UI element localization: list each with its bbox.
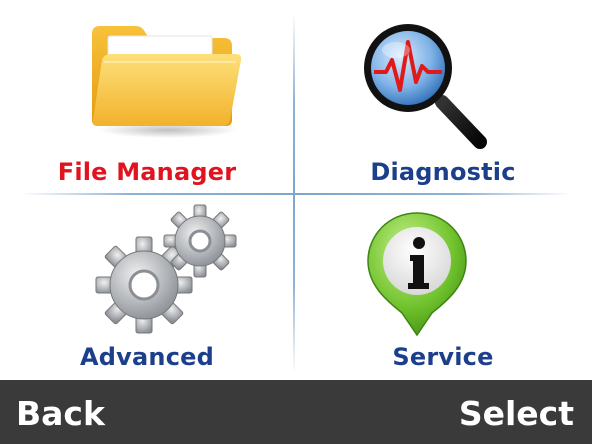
- menu-item-service[interactable]: Service: [296, 195, 590, 385]
- menu-item-label: Advanced: [80, 343, 214, 371]
- menu-item-diagnostic[interactable]: Diagnostic: [296, 0, 590, 190]
- back-softkey[interactable]: Back: [16, 394, 105, 433]
- menu-item-advanced[interactable]: Advanced: [0, 195, 294, 385]
- softkey-bar: Back Select: [0, 380, 592, 444]
- menu-item-label: Service: [392, 343, 494, 371]
- main-menu-grid: File Manager Diagnostic Advanced Service: [0, 0, 592, 380]
- select-softkey[interactable]: Select: [459, 394, 574, 433]
- menu-item-file-manager[interactable]: File Manager: [0, 0, 294, 190]
- menu-item-label: Diagnostic: [370, 158, 516, 186]
- gears-icon: [95, 204, 237, 334]
- menu-item-label: File Manager: [57, 158, 237, 186]
- magnifier-icon: [364, 24, 487, 149]
- folder-icon: [92, 26, 242, 138]
- info-pin-icon: [367, 212, 467, 337]
